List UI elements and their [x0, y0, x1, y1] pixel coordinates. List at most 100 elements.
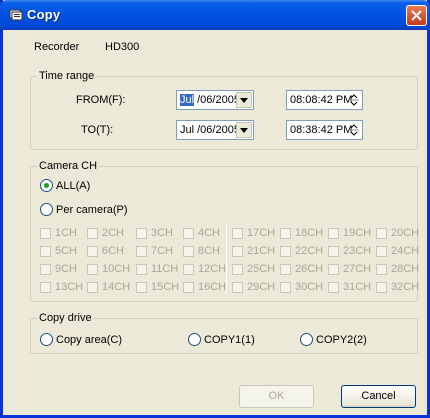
channel-label: 21CH: [247, 245, 276, 257]
channel-checkbox[interactable]: [232, 264, 243, 275]
channel-checkbox[interactable]: [328, 264, 339, 275]
channel-checkbox[interactable]: [328, 228, 339, 239]
close-button[interactable]: [406, 5, 427, 26]
channel-checkbox[interactable]: [87, 264, 98, 275]
channel-label: 15CH: [151, 281, 180, 293]
channel-checkbox[interactable]: [40, 246, 51, 257]
copy-dialog: Copy Recorder HD300 Time range FROM(F): …: [0, 0, 430, 418]
channel-checkbox[interactable]: [232, 228, 243, 239]
channel-checkbox[interactable]: [376, 282, 387, 293]
channel-checkbox[interactable]: [40, 282, 51, 293]
channel-checkbox[interactable]: [280, 246, 291, 257]
from-time-spinner[interactable]: [347, 92, 361, 108]
channel-label: 17CH: [247, 227, 276, 239]
channel-label: 3CH: [151, 227, 174, 239]
channel-checkbox[interactable]: [376, 246, 387, 257]
channel-checkbox[interactable]: [183, 228, 194, 239]
channel-checkbox[interactable]: [136, 264, 147, 275]
time-range-title: Time range: [37, 70, 97, 82]
to-time-value: 08:38:42 PM: [290, 124, 353, 136]
channel-label: 24CH: [391, 245, 420, 257]
channel-label: 30CH: [295, 281, 324, 293]
spinner-icon: [349, 124, 359, 136]
copy1-label: COPY1(1): [204, 334, 255, 346]
per-camera-radio[interactable]: [40, 203, 53, 216]
channel-checkbox[interactable]: [183, 264, 194, 275]
from-date-picker[interactable]: Jul /06/2005: [176, 90, 254, 110]
channel-checkbox[interactable]: [87, 282, 98, 293]
channel-checkbox[interactable]: [183, 246, 194, 257]
from-time-picker[interactable]: 08:08:42 PM: [286, 90, 363, 110]
channel-label: 25CH: [247, 263, 276, 275]
channel-label: 20CH: [391, 227, 420, 239]
channel-label: 5CH: [55, 245, 78, 257]
copy-area-label: Copy area(C): [56, 334, 123, 346]
channel-checkbox[interactable]: [376, 264, 387, 275]
channel-label: 11CH: [151, 263, 179, 275]
to-time-picker[interactable]: 08:38:42 PM: [286, 120, 363, 140]
channel-label: 4CH: [198, 227, 221, 239]
channel-checkbox[interactable]: [232, 246, 243, 257]
channel-label: 23CH: [343, 245, 372, 257]
channel-label: 29CH: [247, 281, 276, 293]
channel-checkbox[interactable]: [40, 264, 51, 275]
recorder-value: HD300: [105, 41, 140, 53]
channel-checkbox[interactable]: [136, 282, 147, 293]
channel-separator: [226, 224, 227, 294]
channel-label: 9CH: [55, 263, 78, 275]
to-date-dropdown[interactable]: [236, 122, 252, 138]
copy2-radio[interactable]: [300, 333, 313, 346]
channel-label: 13CH: [55, 281, 84, 293]
from-label: FROM(F):: [76, 94, 126, 106]
copy-app-icon: [9, 8, 23, 22]
to-date-picker[interactable]: Jul /06/2005: [176, 120, 254, 140]
channel-checkbox[interactable]: [328, 246, 339, 257]
channel-label: 2CH: [102, 227, 125, 239]
channel-label: 12CH: [198, 263, 227, 275]
channel-checkbox[interactable]: [376, 228, 387, 239]
copy1-radio[interactable]: [188, 333, 201, 346]
copy2-label: COPY2(2): [316, 334, 367, 346]
title-bar[interactable]: Copy: [0, 0, 430, 30]
copy-drive-title: Copy drive: [37, 312, 94, 324]
channel-checkbox[interactable]: [280, 282, 291, 293]
channel-checkbox[interactable]: [136, 228, 147, 239]
all-channels-radio[interactable]: [40, 179, 53, 192]
channel-checkbox[interactable]: [280, 228, 291, 239]
channel-label: 6CH: [102, 245, 125, 257]
channel-label: 22CH: [295, 245, 324, 257]
per-camera-label: Per camera(P): [56, 204, 128, 216]
channel-checkbox[interactable]: [87, 246, 98, 257]
channel-label: 1CH: [55, 227, 78, 239]
channel-label: 32CH: [391, 281, 420, 293]
channel-label: 7CH: [151, 245, 174, 257]
camera-ch-title: Camera CH: [37, 160, 100, 172]
channel-checkbox[interactable]: [40, 228, 51, 239]
channel-checkbox[interactable]: [183, 282, 194, 293]
ok-button[interactable]: OK: [239, 385, 314, 408]
channel-label: 14CH: [102, 281, 131, 293]
from-time-value: 08:08:42 PM: [290, 94, 353, 106]
to-time-spinner[interactable]: [347, 122, 361, 138]
channel-label: 10CH: [102, 263, 131, 275]
channel-label: 28CH: [391, 263, 420, 275]
from-date-rest: /06/2005: [194, 94, 240, 106]
to-date-value: Jul /06/2005: [180, 124, 240, 136]
cancel-button[interactable]: Cancel: [341, 385, 416, 408]
channel-checkbox[interactable]: [232, 282, 243, 293]
channel-label: 26CH: [295, 263, 324, 275]
channel-label: 8CH: [198, 245, 221, 257]
to-label: TO(T):: [81, 124, 114, 136]
from-date-month: Jul: [180, 94, 195, 106]
channel-checkbox[interactable]: [328, 282, 339, 293]
channel-checkbox[interactable]: [280, 264, 291, 275]
channel-checkbox[interactable]: [136, 246, 147, 257]
spinner-icon: [349, 94, 359, 106]
window-title: Copy: [27, 7, 61, 22]
from-date-dropdown[interactable]: [236, 92, 252, 108]
channel-checkbox[interactable]: [87, 228, 98, 239]
channel-label: 27CH: [343, 263, 372, 275]
close-icon: [411, 10, 422, 21]
copy-area-radio[interactable]: [40, 333, 53, 346]
recorder-label: Recorder: [34, 41, 80, 53]
